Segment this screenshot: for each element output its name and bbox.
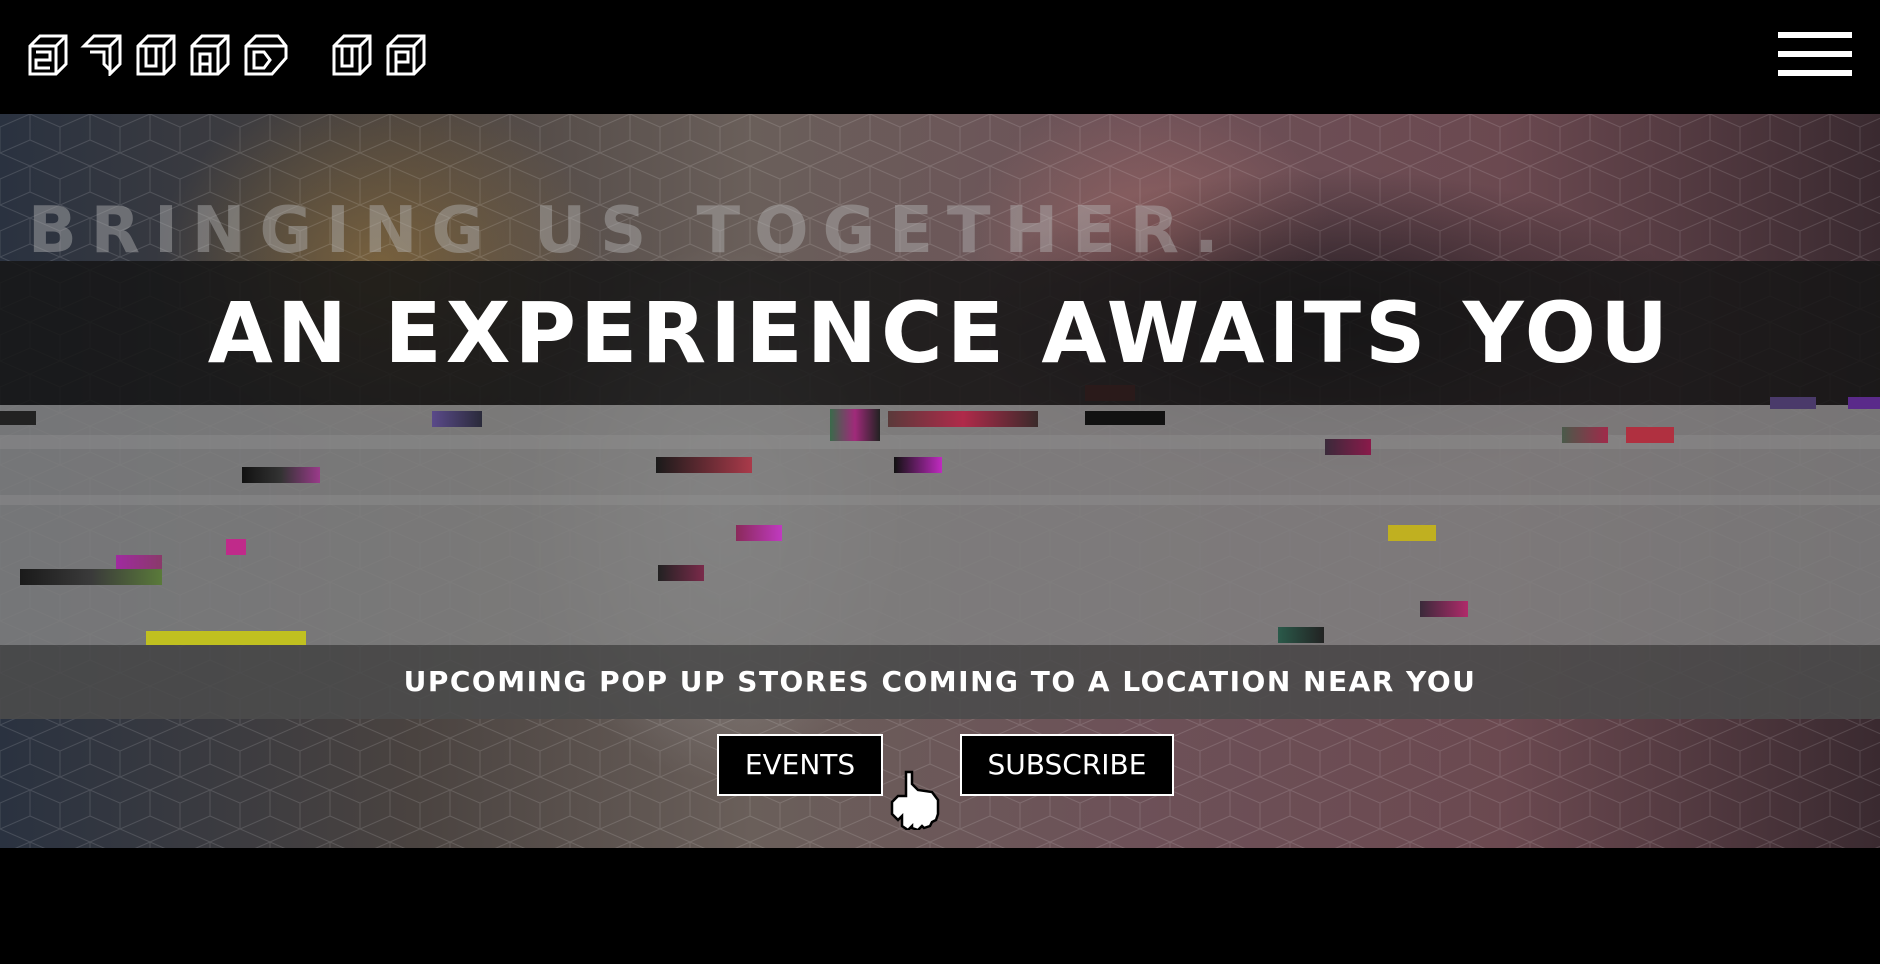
glitch-block: [1420, 601, 1468, 617]
glitch-block: [226, 539, 246, 555]
glitch-block: [1325, 439, 1371, 455]
menu-line: [1778, 51, 1852, 57]
menu-line: [1778, 32, 1852, 38]
glitch-block: [20, 569, 162, 585]
glitch-block: [242, 467, 320, 483]
glitch-block: [1278, 627, 1324, 643]
events-button[interactable]: EVENTS: [717, 734, 883, 796]
glitch-block: [1848, 397, 1880, 409]
glitch-stripe: [0, 495, 1880, 505]
glitch-block: [432, 411, 482, 427]
glitch-block: [146, 631, 306, 645]
glitch-block: [830, 409, 880, 441]
page-footer-area: [0, 848, 1880, 964]
hand-pointer-icon: [890, 770, 940, 830]
hero-subheadline: UPCOMING POP UP STORES COMING TO A LOCAT…: [403, 665, 1477, 698]
glitch-block: [736, 525, 782, 541]
glitch-panel: [0, 385, 1880, 645]
glitch-block: [888, 411, 1038, 427]
glitch-block: [658, 565, 704, 581]
subscribe-button[interactable]: SUBSCRIBE: [960, 734, 1174, 796]
subheadline-band: UPCOMING POP UP STORES COMING TO A LOCAT…: [0, 645, 1880, 719]
glitch-block: [1770, 397, 1816, 409]
menu-line: [1778, 70, 1852, 76]
hamburger-menu-icon[interactable]: [1778, 32, 1852, 76]
hero-section: BRINGING US TOGETHER. AN EXPERIENCE AWAI…: [0, 114, 1880, 848]
glitch-block: [1562, 427, 1608, 443]
glitch-block: [894, 457, 942, 473]
glitch-block: [1085, 411, 1165, 425]
squad-up-logo[interactable]: [28, 34, 428, 76]
hero-tagline: BRINGING US TOGETHER.: [28, 194, 1233, 268]
top-navigation-bar: [0, 0, 1880, 114]
glitch-block: [1085, 385, 1135, 401]
hero-headline: AN EXPERIENCE AWAITS YOU: [207, 284, 1673, 382]
glitch-block: [656, 457, 752, 473]
headline-band: AN EXPERIENCE AWAITS YOU: [0, 261, 1880, 405]
glitch-block: [1626, 427, 1674, 443]
glitch-block: [0, 411, 36, 425]
squad-up-logo-icon: [28, 34, 426, 76]
glitch-block: [1388, 525, 1436, 541]
